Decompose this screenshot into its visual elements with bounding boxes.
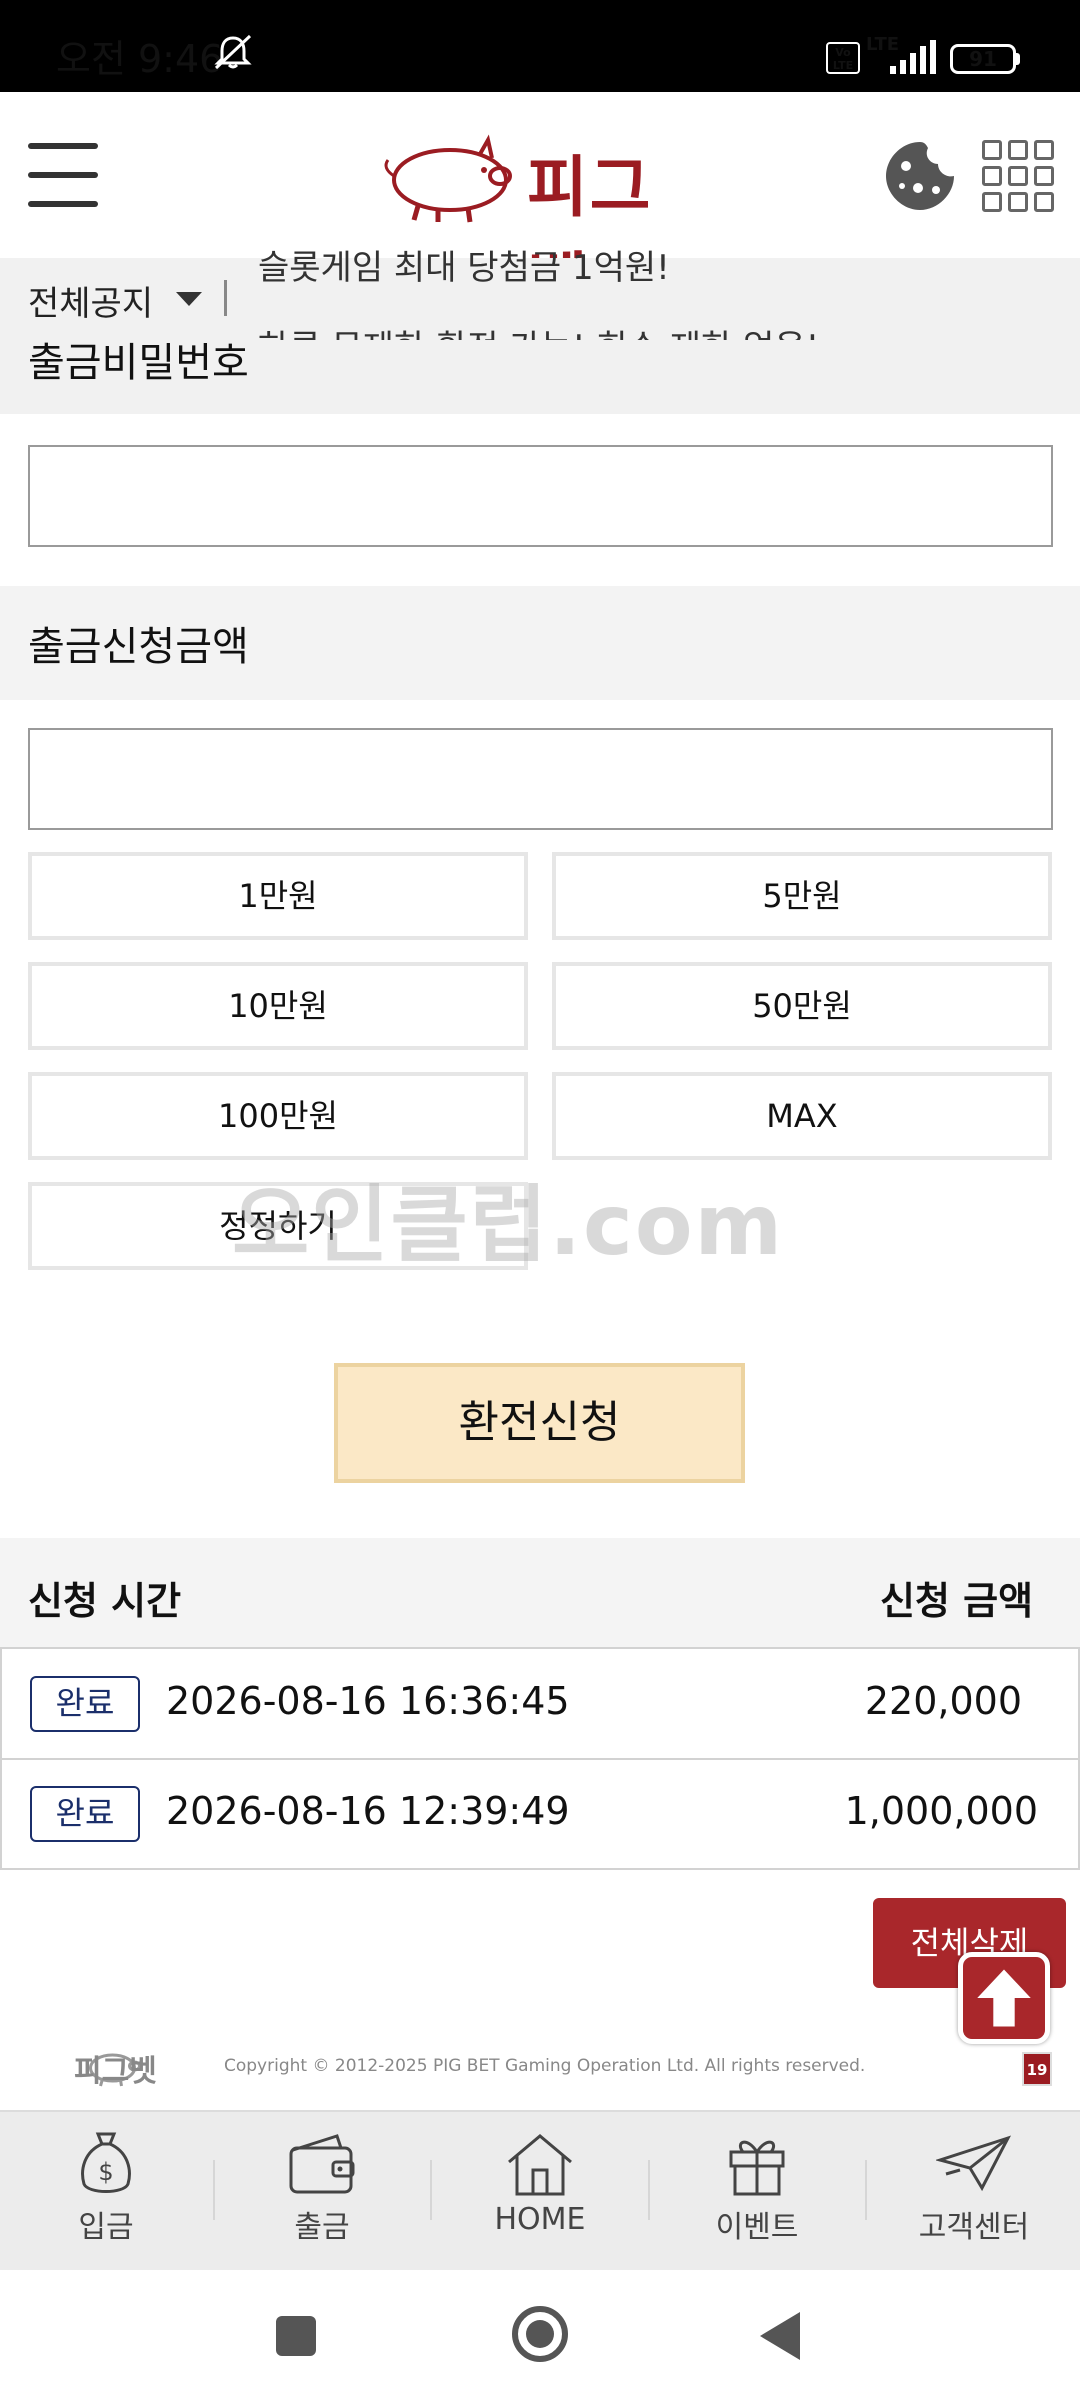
notice-ticker: 슬롯게임 최대 당첨금 1억원! 하루 무제한 환전 가능! 회수 제한 없음! bbox=[258, 240, 1058, 340]
row-divider bbox=[0, 1758, 1080, 1760]
amount-1m-button[interactable]: 100만원 bbox=[28, 1072, 528, 1160]
home-button-dot bbox=[526, 2320, 554, 2348]
nav-support[interactable]: 고객센터 bbox=[874, 2130, 1074, 2250]
table-row-amount: 1,000,000 bbox=[844, 1789, 1038, 1833]
nav-label: 이벤트 bbox=[715, 2210, 799, 2245]
paper-plane-icon bbox=[936, 2135, 1012, 2192]
notice-line: 슬롯게임 최대 당첨금 1억원! bbox=[258, 248, 670, 288]
nav-home[interactable]: HOME bbox=[440, 2130, 640, 2250]
amount-10k-button[interactable]: 1만원 bbox=[28, 852, 528, 940]
status-badge: 완료 bbox=[30, 1676, 140, 1732]
table-row-time: 2026-08-16 12:39:49 bbox=[166, 1789, 570, 1833]
nav-label: 입금 bbox=[78, 2210, 134, 2245]
hamburger-menu-icon[interactable] bbox=[28, 143, 98, 207]
notice-line: 하루 무제한 환전 가능! 회수 제한 없음! bbox=[258, 320, 819, 340]
amount-100k-button[interactable]: 10만원 bbox=[28, 962, 528, 1050]
amount-max-button[interactable]: MAX bbox=[552, 1072, 1052, 1160]
pig-logo-icon bbox=[384, 134, 512, 223]
nav-divider bbox=[430, 2160, 432, 2220]
column-header-time: 신청 시간 bbox=[28, 1579, 182, 1623]
battery-tip bbox=[1014, 53, 1020, 65]
notice-dropdown[interactable]: 전체공지 bbox=[28, 276, 153, 325]
nav-withdraw[interactable]: 출금 bbox=[222, 2130, 422, 2250]
svg-text:$: $ bbox=[98, 2158, 113, 2186]
nav-divider bbox=[648, 2160, 650, 2220]
status-badge: 완료 bbox=[30, 1786, 140, 1842]
recent-apps-button[interactable] bbox=[276, 2316, 316, 2356]
bell-muted-icon bbox=[214, 34, 252, 70]
nav-divider bbox=[213, 2160, 215, 2220]
status-time: 오전 9:46 bbox=[56, 37, 224, 81]
wallet-icon bbox=[289, 2134, 355, 2194]
withdraw-password-label: 출금비밀번호 bbox=[28, 340, 249, 386]
amount-50k-button[interactable]: 5만원 bbox=[552, 852, 1052, 940]
volte-icon: Vo LTE bbox=[826, 42, 860, 74]
back-button[interactable] bbox=[760, 2312, 800, 2360]
nav-label: 고객센터 bbox=[918, 2210, 1030, 2245]
site-logo[interactable]: 피그벳 bbox=[372, 128, 712, 322]
signal-icon bbox=[890, 40, 936, 74]
copyright-text: Copyright © 2012-2025 PIG BET Gaming Ope… bbox=[224, 2056, 866, 2076]
home-icon bbox=[508, 2134, 572, 2196]
footer-logo-text: 피그벳 bbox=[74, 2054, 157, 2089]
exchange-request-button[interactable]: 환전신청 bbox=[334, 1363, 745, 1483]
withdraw-password-input[interactable] bbox=[28, 445, 1053, 547]
nav-label: 출금 bbox=[294, 2210, 350, 2245]
nav-event[interactable]: 이벤트 bbox=[657, 2130, 857, 2250]
withdraw-amount-label: 출금신청금액 bbox=[28, 624, 249, 670]
gift-icon bbox=[729, 2140, 785, 2196]
battery-icon: 91 bbox=[950, 44, 1016, 74]
money-bag-icon: $ bbox=[81, 2132, 131, 2193]
nav-divider bbox=[865, 2160, 867, 2220]
scroll-to-top-button[interactable] bbox=[958, 1952, 1050, 2044]
table-row-time: 2026-08-16 16:36:45 bbox=[166, 1679, 570, 1723]
amount-500k-button[interactable]: 50만원 bbox=[552, 962, 1052, 1050]
grid-menu-icon[interactable] bbox=[982, 140, 1054, 212]
table-row-amount: 220,000 bbox=[864, 1679, 1022, 1723]
column-header-amount: 신청 금액 bbox=[880, 1579, 1034, 1623]
cookie-icon[interactable] bbox=[884, 140, 956, 212]
age-restriction-icon: 19 bbox=[1022, 2052, 1052, 2086]
withdraw-amount-input[interactable] bbox=[28, 728, 1053, 830]
caret-down-icon[interactable] bbox=[176, 292, 202, 306]
nav-label: HOME bbox=[494, 2202, 586, 2237]
nav-deposit[interactable]: $ 입금 bbox=[6, 2130, 206, 2250]
watermark: 오인클럽.com bbox=[232, 1176, 785, 1274]
divider bbox=[224, 280, 227, 316]
